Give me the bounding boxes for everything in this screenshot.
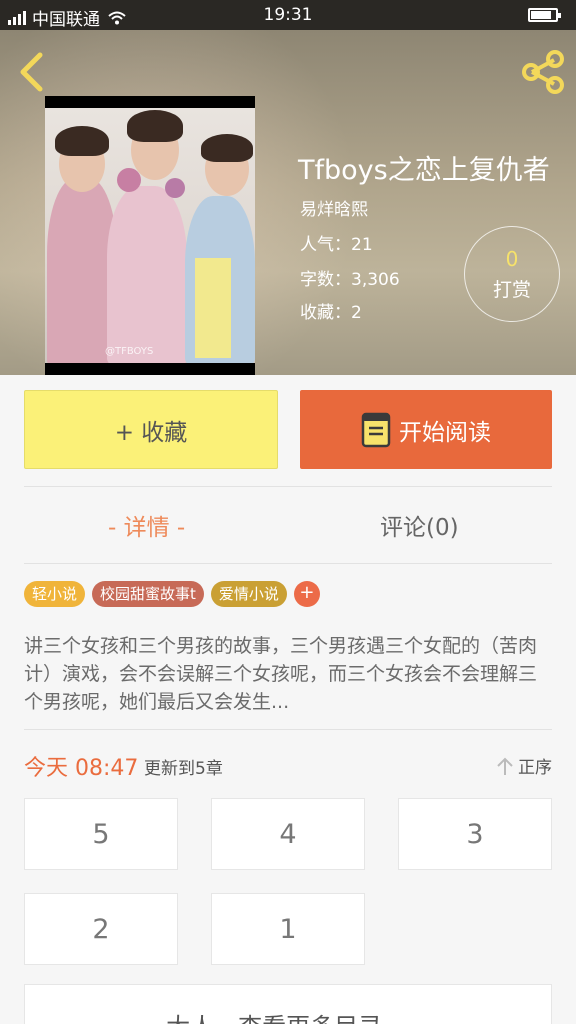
reward-label: 打赏 [492,279,531,301]
popularity-stat: 人气：21 [300,235,373,255]
back-icon[interactable] [14,50,48,94]
book-author[interactable]: 易烊晗熙 [300,195,368,220]
book-title: Tfboys之恋上复仇者 [298,155,550,186]
word-count-stat: 字数：3,306 [300,270,400,290]
favorites-stat: 收藏：2 [300,303,362,323]
sort-order-toggle[interactable]: 正序 [496,753,552,778]
tab-comment[interactable]: 评论(0) [380,508,459,542]
battery-icon [528,8,561,22]
chapter-button[interactable]: 1 [211,893,365,965]
reward-button[interactable]: 0 打赏 [464,226,560,322]
cover-watermark: @TFBOYS [105,346,154,357]
clock: 19:31 [263,5,313,25]
reward-count: 0 [505,247,519,271]
tab-detail[interactable]: - 详情 - [108,508,185,542]
book-header: @TFBOYS Tfboys之恋上复仇者 易烊晗熙 人气：21 字数：3,306… [0,30,576,375]
start-reading-label: 开始阅读 [399,419,491,446]
update-status: 更新到5章 [144,759,223,779]
book-cover[interactable]: @TFBOYS [45,96,255,375]
chapter-button[interactable]: 5 [24,798,178,870]
sort-order-label: 正序 [518,758,552,778]
divider [24,563,552,564]
start-reading-button[interactable]: 开始阅读 [300,390,552,469]
tag-item[interactable]: 轻小说 [24,581,86,607]
book-icon [361,412,391,447]
update-time: 今天 08:47 [24,756,139,781]
status-bar: 中国联通 19:31 [0,0,576,30]
add-tag-button[interactable]: + [293,581,320,607]
collect-button[interactable]: + 收藏 [24,390,278,469]
chapter-button[interactable]: 4 [211,798,365,870]
chapter-button[interactable]: 2 [24,893,178,965]
chapter-button[interactable]: 3 [398,798,552,870]
divider [24,729,552,730]
collect-button-label: + 收藏 [114,419,188,446]
tag-item[interactable]: 校园甜蜜故事t [92,581,204,607]
tag-item[interactable]: 爱情小说 [210,581,287,607]
tag-list: 轻小说 校园甜蜜故事t 爱情小说 + [24,581,320,607]
cover-image: @TFBOYS [45,108,255,363]
more-chapters-label: 大人，查看更多目录 ⌄ [166,1007,410,1024]
arrow-up-icon [497,757,513,775]
share-icon[interactable] [520,50,566,94]
book-summary[interactable]: 讲三个女孩和三个男孩的故事，三个男孩遇三个女配的（苦肉计）演戏，会不会误解三个女… [24,632,554,716]
divider [24,486,552,487]
more-chapters-button[interactable]: 大人，查看更多目录 ⌄ [24,984,552,1024]
